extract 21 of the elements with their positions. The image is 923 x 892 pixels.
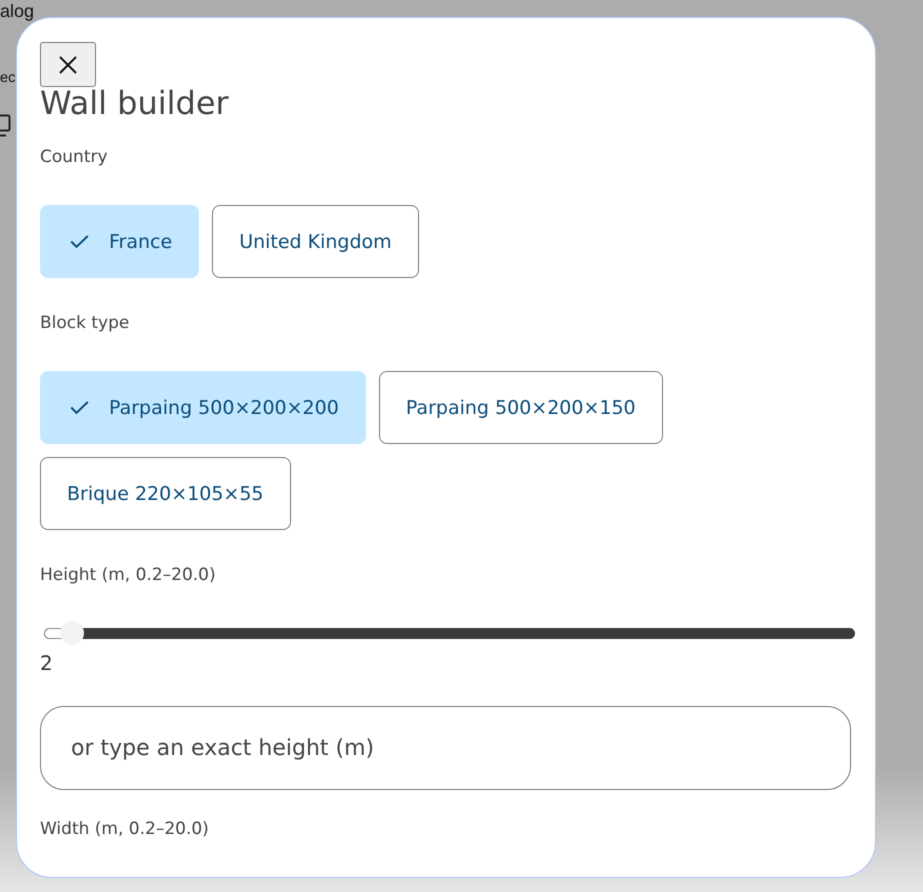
slider-track[interactable] xyxy=(44,621,855,645)
choice-chip[interactable]: Brique 220×105×55 xyxy=(40,457,291,530)
choice-chip[interactable]: France xyxy=(40,205,200,278)
page-text-fragment: ec xyxy=(0,69,16,88)
page-heading-fragment: alog xyxy=(0,1,34,22)
check-icon xyxy=(70,401,89,414)
slider-thumb[interactable] xyxy=(60,621,84,645)
choice-chip[interactable]: United Kingdom xyxy=(212,205,419,278)
check-icon xyxy=(70,235,89,248)
height-input[interactable]: or type an exact height (m) xyxy=(40,706,851,790)
field-label: Block type xyxy=(40,313,130,333)
choice-chip[interactable]: Parpaing 500×200×200 xyxy=(40,371,366,444)
field-label: Height (m, 0.2–20.0) xyxy=(40,565,216,585)
close-button[interactable] xyxy=(40,42,96,87)
choice-chip[interactable]: Parpaing 500×200×150 xyxy=(378,371,663,444)
dialog-title: Wall builder xyxy=(40,83,229,123)
field-label: Width (m, 0.2–20.0) xyxy=(40,819,209,839)
close-icon xyxy=(58,54,78,74)
field-label: Country xyxy=(40,147,108,167)
slider-value: 2 xyxy=(40,653,53,673)
monitor-icon xyxy=(0,113,11,138)
